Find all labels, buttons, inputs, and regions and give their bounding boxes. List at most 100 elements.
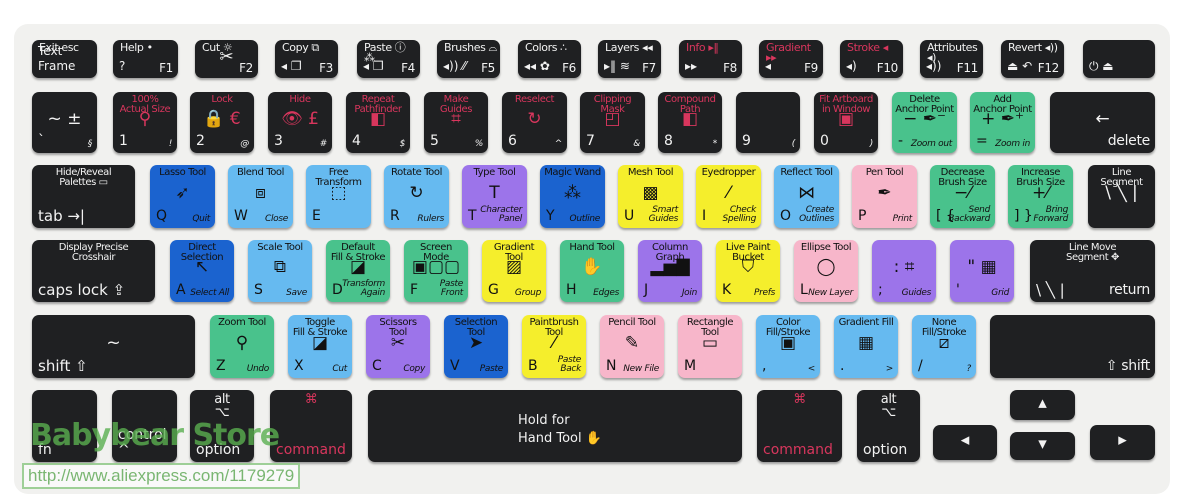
key-r1-5[interactable]: Make Guides ⌗ 5% xyxy=(424,92,488,153)
key-r4-7[interactable]: Rectangle Tool ▭ M xyxy=(678,315,742,378)
key-r1-2[interactable]: Lock 🔒 € 2 @ xyxy=(190,92,254,153)
key-main-label: = xyxy=(976,133,988,149)
key-r3-6[interactable]: Hand Tool ✋ H Edges xyxy=(560,240,624,302)
key-r1-6[interactable]: Reselect ↻ 6 ^ xyxy=(502,92,567,153)
key-r1-1[interactable]: 100% Actual Size ⚲ 1! xyxy=(113,92,177,153)
key-r5-4[interactable]: Hold for Hand Tool ✋ xyxy=(368,390,742,462)
key-r5-6[interactable]: alt ⌥ option xyxy=(857,390,920,462)
key-r4-2[interactable]: Toggle Fill & Stroke ◪ X Cut xyxy=(288,315,352,378)
key-r3-0[interactable]: Display Precise Crosshair caps lock ⇪ xyxy=(32,240,155,302)
key-r2-6[interactable]: Magic Wand ⁂ Y Outline xyxy=(540,165,605,228)
key-icon: ➶ xyxy=(175,182,190,203)
key-r1-3[interactable]: Hide 👁 £ 3 # xyxy=(268,92,332,153)
key-icon: T xyxy=(489,182,500,203)
key-r4-10[interactable]: None Fill/Stroke ⧄ /? xyxy=(912,315,976,378)
key-title-label: ⌘ xyxy=(304,392,318,407)
key-r0-3[interactable]: Copy ⧉ ◂ ❐ F3 xyxy=(275,40,338,78)
key-icon: ⧈ xyxy=(255,182,266,203)
key-sub-label: * xyxy=(712,139,718,149)
key-r5-0[interactable]: fn xyxy=(32,390,97,462)
key-r3-2[interactable]: Scale Tool ⧉ S Save xyxy=(248,240,312,302)
key-r3-3[interactable]: Default Fill & Stroke ◪ D Transform Again xyxy=(326,240,390,302)
key-main-label: ; xyxy=(878,282,883,298)
key-main-label: H xyxy=(566,282,577,298)
key-r2-8[interactable]: Eyedropper ⁄ I Check Spelling xyxy=(696,165,761,228)
key-r2-7[interactable]: Mesh Tool ▩ U Smart Guides xyxy=(618,165,683,228)
key-r1-11[interactable]: Delete Anchor Point − ✒⁻ - Zoom out xyxy=(892,92,957,153)
key-sub-label: Smart Guides xyxy=(648,205,679,224)
key-r4-3[interactable]: Scissors Tool ✂ C Copy xyxy=(366,315,430,378)
key-sub-label: ^ xyxy=(554,139,563,149)
key-r3-9[interactable]: Ellipse Tool ◯ L New Layer xyxy=(794,240,858,302)
key-r2-1[interactable]: Lasso Tool ➶ Q Quit xyxy=(150,165,215,228)
key-r3-4[interactable]: Screen Mode ▣▢▢ F Paste Front xyxy=(404,240,468,302)
key-r1-8[interactable]: Compound Path ◧ 8 * xyxy=(658,92,722,153)
key-r4-6[interactable]: Pencil Tool ✎ N New File xyxy=(600,315,664,378)
key-r0-11[interactable]: Attributes ◂) ◂)) F11 xyxy=(920,40,983,78)
key-r1-0[interactable]: ~ ± ` § xyxy=(32,92,97,153)
key-r5-2[interactable]: alt ⌥ option xyxy=(190,390,254,462)
key-r0-13[interactable]: ⏻ ⏏ xyxy=(1083,40,1155,78)
key-r3-11[interactable]: " ▦ ' Grid xyxy=(950,240,1014,302)
key-r5-1[interactable]: control ^ xyxy=(112,390,177,462)
key-r3-5[interactable]: Gradient Tool ▨ G Group xyxy=(482,240,546,302)
key-r2-5[interactable]: Type Tool T T Character Panel xyxy=(462,165,527,228)
key-r0-4[interactable]: Paste ⓘ ⁂ ◂ ❐ F4 xyxy=(357,40,420,78)
key-r2-9[interactable]: Reflect Tool ⋈ O Create Outlines xyxy=(774,165,839,228)
key-r0-9[interactable]: Gradient ▸▸ ◂ F9 xyxy=(759,40,823,78)
key-r2-13[interactable]: Line Segment \ ╲ | xyxy=(1088,165,1155,228)
key-r1-7[interactable]: Clipping Mask ◰ 7 & xyxy=(580,92,645,153)
key-r5-9[interactable]: ▾ xyxy=(1010,432,1075,460)
key-r0-5[interactable]: Brushes ⌓ ◂)) ⁄⁄ F5 xyxy=(437,40,500,78)
key-r1-4[interactable]: Repeat Pathfinder ◧ 4 $ xyxy=(346,92,410,153)
key-title-label: Lasso Tool xyxy=(159,167,206,178)
key-r0-12[interactable]: Revert ◂)) ⏏ ↶ F12 xyxy=(1001,40,1064,78)
key-r1-13[interactable]: ← delete xyxy=(1050,92,1155,153)
key-r4-8[interactable]: Color Fill/Stroke ▣, < xyxy=(756,315,820,378)
key-r1-9[interactable]: 9( xyxy=(736,92,800,153)
key-main-label: S xyxy=(254,282,263,298)
key-main-label: V xyxy=(450,358,460,374)
key-icon: ▩ xyxy=(642,182,659,203)
key-r2-3[interactable]: Free Transform ⬚ E xyxy=(306,165,371,228)
key-sub-label: & xyxy=(633,139,640,149)
key-r4-1[interactable]: Zoom Tool ⚲ Z Undo xyxy=(210,315,274,378)
key-r1-10[interactable]: Fit Artboard in Window ▣ 0) xyxy=(814,92,878,153)
key-r2-10[interactable]: Pen Tool ✒ P Print xyxy=(852,165,917,228)
key-title-label: Line Move Segment ✥ xyxy=(1066,242,1119,263)
key-r3-7[interactable]: Column Graph ▂▅▇ J Join xyxy=(638,240,702,302)
key-r0-6[interactable]: Colors ∴ ◂◂ ✿ F6 xyxy=(518,40,581,78)
key-r5-10[interactable]: ▸ xyxy=(1090,425,1155,460)
key-r2-0[interactable]: Hide/Reveal Palettes ▭ tab →| xyxy=(32,165,135,228)
key-r5-3[interactable]: ⌘ command xyxy=(270,390,352,462)
key-r0-0[interactable]: Exit esc Text Frame xyxy=(32,40,97,78)
key-r3-1[interactable]: Direct Selection ↖ A Select All xyxy=(170,240,234,302)
key-icon: ▸ xyxy=(1118,430,1127,451)
key-r2-12[interactable]: Increase Brush Size +⁄] } Bring Forward xyxy=(1008,165,1073,228)
key-main-label: tab →| xyxy=(38,207,85,225)
key-r0-1[interactable]: Help •? F1 xyxy=(113,40,178,78)
key-r3-10[interactable]: : ⌗; Guides xyxy=(872,240,936,302)
key-r5-8[interactable]: ▴ xyxy=(1010,390,1075,420)
key-r0-8[interactable]: Info ▸‖ ▸▸ F8 xyxy=(679,40,742,78)
key-r4-11[interactable]: ⇧ shift xyxy=(990,315,1155,378)
key-r3-8[interactable]: Live Paint Bucket ⛉ K Prefs xyxy=(716,240,780,302)
key-r1-12[interactable]: Add Anchor Point + ✒⁺ = Zoom in xyxy=(970,92,1035,153)
key-icon: ▣ xyxy=(837,108,855,129)
key-r4-4[interactable]: Selection Tool ➤ V Paste xyxy=(444,315,508,378)
key-main-label: ◂◂ ✿ xyxy=(524,59,550,73)
key-r2-2[interactable]: Blend Tool ⧈ W Close xyxy=(228,165,293,228)
key-r5-5[interactable]: ⌘ command xyxy=(757,390,842,462)
key-r4-5[interactable]: Paintbrush Tool ⁄ B Paste Back xyxy=(522,315,586,378)
key-main-label: E xyxy=(312,208,321,224)
key-r3-12[interactable]: Line Move Segment ✥ \ ╲ | return xyxy=(1030,240,1155,302)
key-r5-7[interactable]: ◂ xyxy=(933,425,997,460)
key-r4-9[interactable]: Gradient Fill ▦. > xyxy=(834,315,898,378)
key-r4-0[interactable]: ~ shift ⇧ xyxy=(32,315,195,378)
key-r0-2[interactable]: Cut ☼ ✂ F2 xyxy=(195,40,258,78)
key-r0-10[interactable]: Stroke ◂ ◂) F10 xyxy=(840,40,903,78)
key-r2-4[interactable]: Rotate Tool ↻ R Rulers xyxy=(384,165,449,228)
key-r2-11[interactable]: Decrease Brush Size −⁄[ {Send Backward xyxy=(930,165,995,228)
key-r0-7[interactable]: Layers ◂◂ ▸‖ ≋ F7 xyxy=(598,40,661,78)
key-icon: ⛉ xyxy=(741,257,755,278)
